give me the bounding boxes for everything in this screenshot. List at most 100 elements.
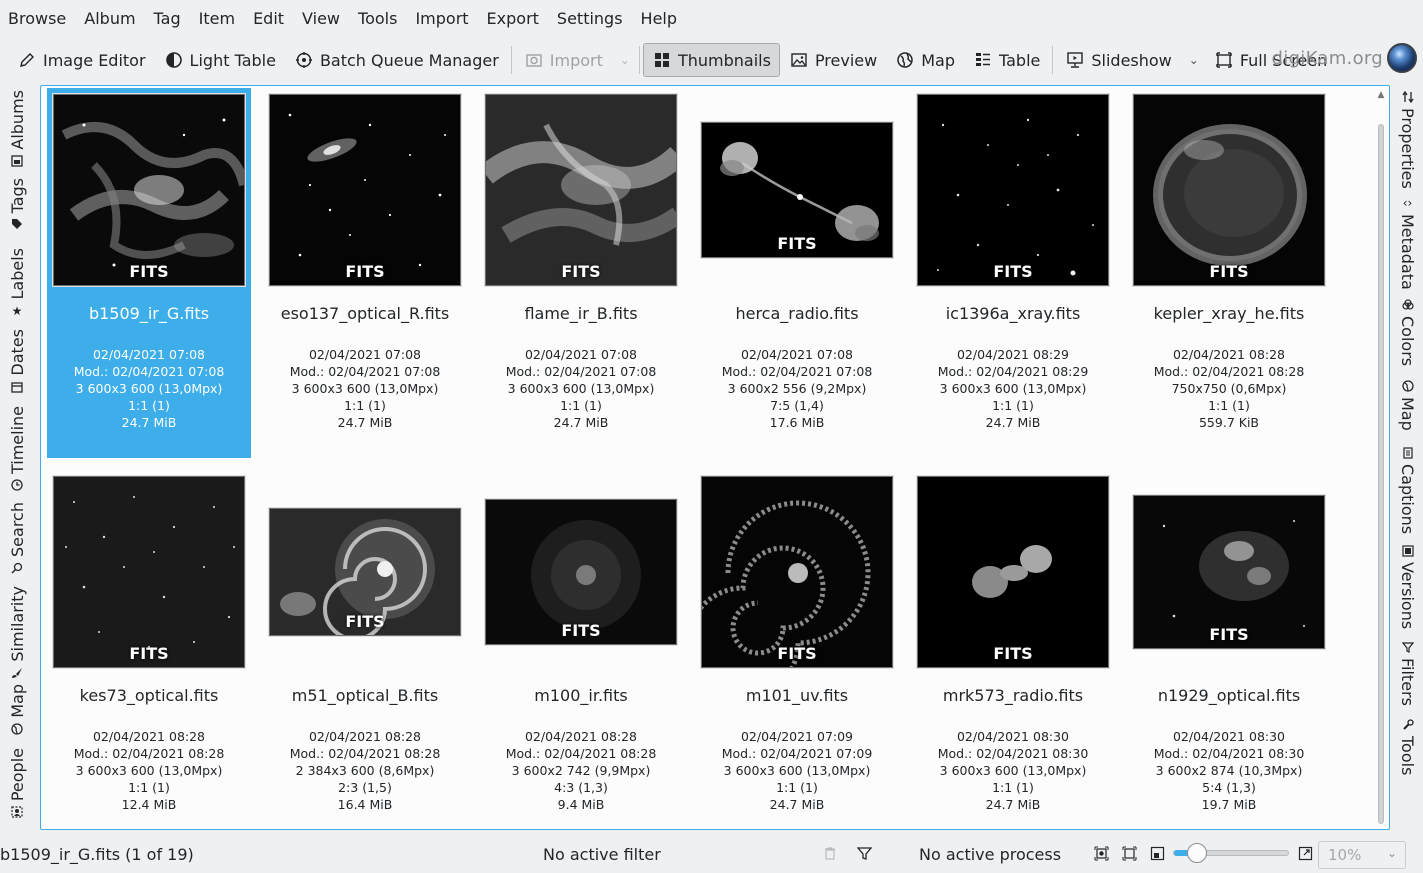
sidebar-tab-metadata[interactable]: ‹› Metadata [1392,196,1423,290]
zoom-out-icon[interactable] [1148,844,1166,862]
fits-badge: FITS [129,262,169,281]
image-editor-button[interactable]: Image Editor [8,43,155,77]
fits-badge: FITS [993,262,1033,281]
sidebar-tab-tags[interactable]: Tags [0,178,34,231]
zoom-fit-icon[interactable] [1092,844,1110,862]
menu-import[interactable]: Import [406,0,477,38]
sidebar-tab-label: Albums [7,90,27,150]
menu-browse[interactable]: Browse [0,0,75,38]
map-button[interactable]: Map [886,43,964,77]
light-table-button[interactable]: Light Table [155,43,285,77]
brand: digiKam.org [1272,43,1417,73]
thumbnail-item[interactable]: FITS m101_uv.fits 02/04/2021 07:09 Mod.:… [695,470,899,829]
sidebar-tab-versions[interactable]: Versions [1392,544,1423,629]
zoom-in-icon[interactable] [1296,844,1314,862]
item-dimensions: 750x750 (0,6Mpx) [1171,381,1287,396]
item-dimensions: 3 600x3 600 (13,0Mpx) [507,381,655,396]
sidebar-tab-map[interactable]: Map [0,684,34,736]
digikam-logo-icon[interactable] [1387,43,1417,73]
thumbnail-image: FITS [269,94,461,286]
sidebar-tab-albums[interactable]: Albums [0,90,34,168]
batch-queue-manager-label: Batch Queue Manager [319,50,499,70]
import-dropdown-chevron-icon[interactable]: ⌄ [614,53,636,67]
table-button[interactable]: Table [964,43,1049,77]
sidebar-tab-labels[interactable]: Labels ★ [0,248,34,318]
menu-view[interactable]: View [293,0,349,38]
globe-icon [10,722,24,736]
fits-badge: FITS [993,644,1033,663]
sidebar-tab-people[interactable]: People [0,748,34,819]
preview-button[interactable]: Preview [780,43,886,77]
trash-icon[interactable] [821,844,839,862]
thumbnail-item[interactable]: FITS mrk573_radio.fits 02/04/2021 08:30 … [911,470,1115,829]
grid-icon [652,50,672,70]
left-sidebar: Albums Tags Labels ★ Dates Timeline Sear… [0,84,34,830]
light-table-label: Light Table [189,50,276,70]
vertical-scrollbar[interactable]: ▲ [1375,90,1387,826]
item-aspect-ratio: 1:1 (1) [344,398,386,413]
thumbnail-item[interactable]: FITS ic1396a_xray.fits 02/04/2021 08:29 … [911,88,1115,458]
fits-badge: FITS [777,234,817,253]
sidebar-tab-dates[interactable]: Dates [0,329,34,394]
thumbnail-filename: n1929_optical.fits [1157,686,1301,705]
sidebar-tab-timeline[interactable]: Timeline [0,406,34,492]
sidebar-tab-tools[interactable]: Tools [1392,718,1423,775]
thumbnail-frame: FITS [269,94,461,286]
slideshow-dropdown-chevron-icon[interactable]: ⌄ [1183,53,1205,67]
thumbnail-item[interactable]: FITS flame_ir_B.fits 02/04/2021 07:08 Mo… [479,88,683,458]
thumbnail-item[interactable]: FITS kepler_xray_he.fits 02/04/2021 08:2… [1127,88,1331,458]
menu-help[interactable]: Help [632,0,686,38]
menu-album[interactable]: Album [75,0,144,38]
filter-icon[interactable] [855,844,873,862]
sidebar-tab-map[interactable]: Map [1392,379,1423,431]
thumbnail-item[interactable]: FITS eso137_optical_R.fits 02/04/2021 07… [263,88,467,458]
thumbnail-item[interactable]: FITS herca_radio.fits 02/04/2021 07:08 M… [695,88,899,458]
thumbnail-item[interactable]: FITS m100_ir.fits 02/04/2021 08:28 Mod.:… [479,470,683,829]
slideshow-button[interactable]: Slideshow [1056,43,1180,77]
thumbnails-button[interactable]: Thumbnails [642,43,780,77]
sidebar-tab-search[interactable]: Search [0,502,34,575]
item-mod-date: Mod.: 02/04/2021 08:30 [937,746,1089,761]
sidebar-tab-label: Metadata [1398,214,1417,290]
item-dimensions: 3 600x3 600 (13,0Mpx) [939,763,1087,778]
scrollbar-thumb[interactable] [1378,124,1384,824]
item-date: 02/04/2021 08:28 [308,729,422,744]
menu-tag[interactable]: Tag [145,0,190,38]
sidebar-tab-filters[interactable]: Filters [1392,640,1423,706]
sidebar-tab-label: Tools [1398,736,1417,776]
sidebar-tab-properties[interactable]: Properties [1392,90,1423,189]
sidebar-tab-captions[interactable]: Captions [1392,446,1423,534]
globe-icon [1401,379,1415,393]
item-mod-date: Mod.: 02/04/2021 08:30 [1153,746,1305,761]
code-icon: ‹› [1402,196,1413,210]
sidebar-tab-colors[interactable]: Colors [1392,298,1423,366]
item-dimensions: 2 384x3 600 (8,6Mpx) [295,763,435,778]
sidebar-tab-label: Timeline [7,406,27,475]
thumbnail-metadata: 02/04/2021 08:28 Mod.: 02/04/2021 08:28 … [263,728,467,813]
sidebar-tab-similarity[interactable]: Similarity [0,586,34,680]
menu-export[interactable]: Export [478,0,548,38]
zoom-level-select[interactable]: 10% ⌄ [1318,841,1406,869]
item-mod-date: Mod.: 02/04/2021 08:28 [1153,364,1305,379]
thumbnail-item[interactable]: FITS m51_optical_B.fits 02/04/2021 08:28… [263,470,467,829]
import-button[interactable]: Import [515,43,612,77]
process-status: No active process [919,845,1062,864]
thumbnail-grid[interactable]: FITS b1509_ir_G.fits 02/04/2021 07:08 Mo… [40,85,1390,830]
thumbnail-item[interactable]: FITS b1509_ir_G.fits 02/04/2021 07:08 Mo… [47,88,251,458]
menu-edit[interactable]: Edit [244,0,293,38]
menu-settings[interactable]: Settings [548,0,632,38]
item-mod-date: Mod.: 02/04/2021 07:08 [505,364,657,379]
scroll-up-arrow-icon[interactable]: ▲ [1375,90,1387,102]
zoom-full-icon[interactable] [1120,844,1138,862]
thumbnail-item[interactable]: FITS kes73_optical.fits 02/04/2021 08:28… [47,470,251,829]
menu-tools[interactable]: Tools [349,0,406,38]
fits-badge: FITS [345,612,385,631]
menu-item[interactable]: Item [190,0,244,38]
zoom-slider-handle[interactable] [1186,843,1207,863]
zoom-slider[interactable] [1173,843,1289,863]
clock-icon [10,478,24,492]
batch-queue-manager-button[interactable]: Batch Queue Manager [285,43,508,77]
versions-icon [1401,544,1415,558]
thumbnail-frame: FITS [701,476,893,668]
thumbnail-item[interactable]: FITS n1929_optical.fits 02/04/2021 08:30… [1127,470,1331,829]
